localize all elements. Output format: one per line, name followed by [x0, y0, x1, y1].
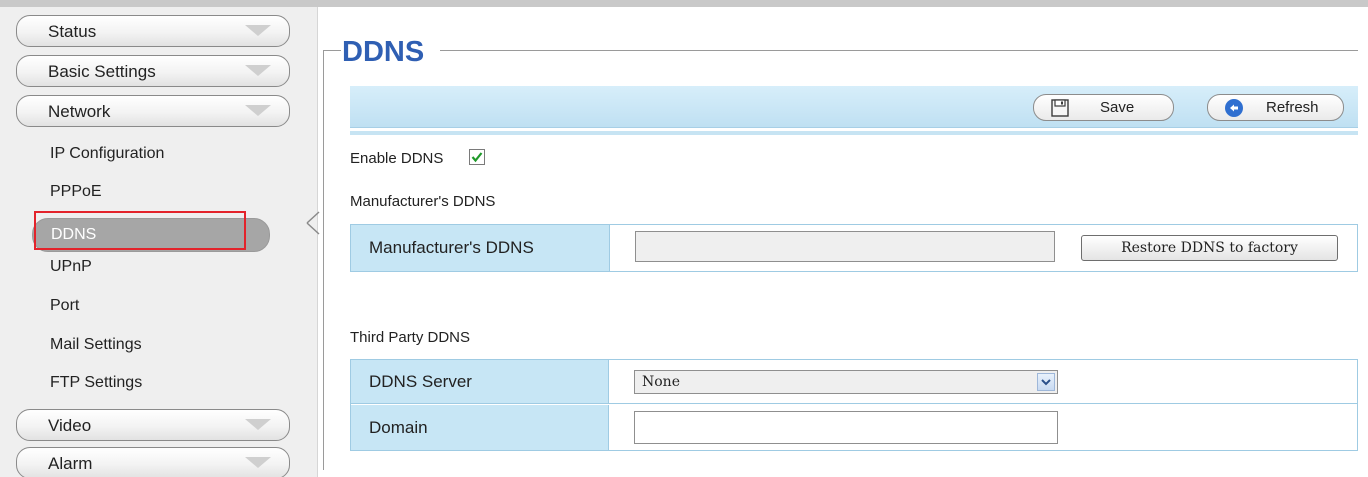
sidebar-item-upnp[interactable]: UPnP — [50, 258, 92, 276]
domain-row: Domain — [351, 405, 1357, 450]
dropdown-arrow-icon — [1037, 373, 1055, 391]
fieldset-border — [323, 50, 324, 470]
ddns-server-label-cell: DDNS Server — [351, 360, 609, 403]
refresh-button[interactable]: Refresh — [1207, 94, 1344, 121]
manufacturer-ddns-input[interactable] — [635, 231, 1055, 262]
sidebar-item-mail-settings[interactable]: Mail Settings — [50, 336, 142, 354]
domain-label: Domain — [369, 417, 428, 437]
top-bar — [0, 0, 1368, 7]
menu-network-label: Network — [48, 102, 111, 121]
save-button[interactable]: Save — [1033, 94, 1174, 121]
chevron-down-icon — [245, 65, 271, 76]
third-party-ddns-section-label: Third Party DDNS — [350, 329, 471, 346]
sidebar-item-ftp-settings[interactable]: FTP Settings — [50, 374, 142, 392]
manufacturer-ddns-section-label: Manufacturer's DDNS — [350, 193, 496, 210]
menu-basic-settings[interactable]: Basic Settings — [16, 55, 290, 87]
checkmark-icon — [471, 152, 483, 163]
menu-network[interactable]: Network — [16, 95, 290, 127]
toolbar: Save Refresh — [350, 86, 1358, 128]
ddns-server-label: DDNS Server — [369, 371, 472, 391]
ddns-server-select[interactable]: None — [634, 370, 1058, 394]
ddns-server-row: DDNS Server None — [351, 360, 1357, 404]
refresh-icon — [1225, 99, 1243, 117]
pointer-icon — [306, 211, 320, 235]
chevron-down-icon — [245, 105, 271, 116]
page-title: DDNS — [342, 36, 425, 68]
domain-input[interactable] — [634, 411, 1058, 444]
save-button-label: Save — [1100, 99, 1135, 116]
enable-ddns-checkbox[interactable] — [469, 149, 485, 165]
chevron-down-icon — [245, 419, 271, 430]
menu-alarm-label: Alarm — [48, 454, 93, 473]
manufacturer-ddns-row: Manufacturer's DDNS Restore DDNS to fact… — [351, 225, 1357, 271]
manufacturer-ddns-table: Manufacturer's DDNS Restore DDNS to fact… — [350, 224, 1358, 272]
refresh-button-label: Refresh — [1266, 99, 1319, 116]
menu-status-label: Status — [48, 22, 97, 41]
manufacturer-ddns-label: Manufacturer's DDNS — [369, 238, 534, 257]
enable-ddns-label: Enable DDNS — [350, 150, 444, 167]
third-party-ddns-table: DDNS Server None Domain — [350, 359, 1358, 451]
fieldset-border — [323, 50, 341, 51]
chevron-down-icon — [245, 457, 271, 468]
sidebar-item-ip-configuration[interactable]: IP Configuration — [50, 145, 164, 163]
menu-video-label: Video — [48, 416, 92, 435]
manufacturer-ddns-label-cell: Manufacturer's DDNS — [351, 225, 610, 271]
toolbar-underline — [350, 131, 1358, 135]
sidebar-item-port[interactable]: Port — [50, 297, 79, 315]
restore-ddns-button[interactable]: Restore DDNS to factory — [1081, 235, 1338, 261]
save-icon — [1051, 99, 1069, 117]
menu-video[interactable]: Video — [16, 409, 290, 441]
menu-basic-settings-label: Basic Settings — [48, 62, 156, 81]
highlight-box — [34, 211, 246, 250]
domain-label-cell: Domain — [351, 405, 609, 450]
chevron-down-icon — [245, 25, 271, 36]
ddns-server-value: None — [642, 374, 680, 390]
menu-alarm[interactable]: Alarm — [16, 447, 290, 477]
sidebar-item-pppoe[interactable]: PPPoE — [50, 183, 102, 201]
fieldset-border — [440, 50, 1358, 51]
sidebar: Status Basic Settings Network IP Configu… — [0, 7, 318, 477]
menu-status[interactable]: Status — [16, 15, 290, 47]
